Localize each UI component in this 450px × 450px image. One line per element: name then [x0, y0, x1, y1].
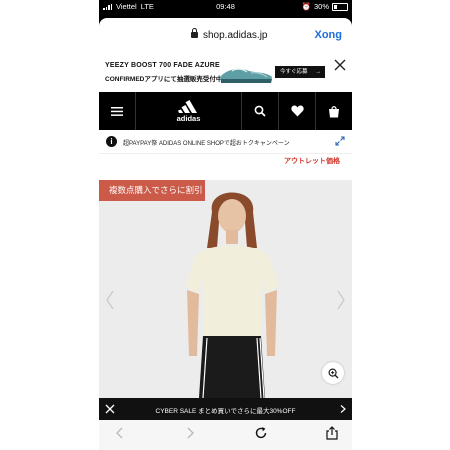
next-image-arrow-icon[interactable]	[336, 290, 346, 310]
forward-arrow-icon[interactable]	[183, 426, 197, 440]
alarm-icon: ⏰	[301, 2, 311, 11]
shopping-bag-icon	[329, 105, 339, 117]
promo-title: YEEZY BOOST 700 FADE AZURE	[105, 62, 220, 69]
hamburger-icon	[111, 106, 123, 116]
back-arrow-icon[interactable]	[113, 426, 127, 440]
zoom-in-icon	[327, 367, 338, 378]
wishlist-button[interactable]	[279, 92, 316, 130]
expand-icon[interactable]	[335, 136, 345, 146]
logo-wordmark: adidas	[176, 114, 201, 123]
apply-now-button[interactable]: 今すぐ応募 →	[275, 66, 325, 78]
search-icon	[254, 105, 266, 117]
heart-icon	[290, 105, 304, 117]
close-icon[interactable]	[334, 59, 346, 71]
chevron-right-icon[interactable]	[340, 405, 346, 413]
share-icon[interactable]	[325, 426, 339, 440]
campaign-notice[interactable]: i 超PAYPAY祭 ADIDAS ONLINE SHOPで超おトクキャンペーン	[99, 131, 352, 154]
status-bar: Viettel LTE 09:48 ⏰ 30%	[99, 0, 352, 14]
status-right: ⏰ 30%	[302, 2, 348, 11]
product-image-carousel[interactable]: 複数点購入でさらに割引	[99, 180, 352, 398]
sneaker-image	[220, 68, 272, 83]
cart-button[interactable]	[316, 92, 352, 130]
three-stripes-logo-icon	[177, 100, 197, 113]
url-text[interactable]: shop.adidas.jp	[203, 30, 268, 41]
address-bar[interactable]: shop.adidas.jp Xong	[99, 18, 352, 52]
done-button[interactable]: Xong	[315, 29, 343, 41]
model-photo	[185, 192, 279, 398]
cyber-sale-text: CYBER SALE まとめ買いでさらに最大30%OFF	[155, 408, 296, 415]
search-button[interactable]	[242, 92, 279, 130]
arrow-right-icon: →	[315, 69, 322, 75]
campaign-text: 超PAYPAY祭 ADIDAS ONLINE SHOPで超おトクキャンペーン	[123, 141, 290, 147]
menu-button[interactable]	[99, 92, 136, 130]
previous-image-arrow-icon[interactable]	[105, 290, 115, 310]
multi-buy-discount-badge: 複数点購入でさらに割引	[99, 180, 205, 201]
reload-icon[interactable]	[254, 426, 268, 440]
toolbar-bottom-padding	[99, 446, 352, 450]
apply-now-label: 今すぐ応募	[280, 69, 308, 75]
outlet-price-label: アウトレット価格	[284, 158, 340, 165]
adidas-logo[interactable]: adidas	[136, 92, 242, 130]
cyber-sale-banner[interactable]: CYBER SALE まとめ買いでさらに最大30%OFF	[99, 398, 352, 420]
battery-percent: 30%	[313, 2, 329, 11]
promo-subtitle: CONFIRMEDアプリにて抽選販売受付中	[105, 76, 223, 83]
lock-icon	[191, 28, 198, 38]
info-icon: i	[106, 136, 117, 147]
zoom-button[interactable]	[322, 362, 344, 384]
site-header: adidas	[99, 92, 352, 130]
battery-icon	[332, 2, 348, 11]
browser-toolbar	[99, 420, 352, 446]
promo-banner[interactable]: YEEZY BOOST 700 FADE AZURE CONFIRMEDアプリに…	[99, 54, 352, 93]
phone-screen: Viettel LTE 09:48 ⏰ 30% shop.adidas.jp X…	[99, 0, 352, 450]
